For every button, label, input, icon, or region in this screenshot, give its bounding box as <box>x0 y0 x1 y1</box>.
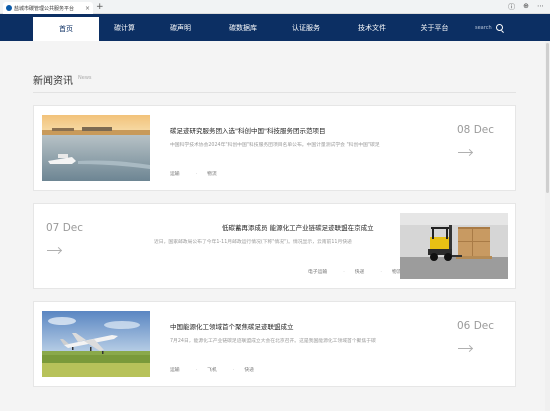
scrollbar-thumb[interactable] <box>546 43 549 193</box>
nav-about[interactable]: 关于平台 <box>407 14 462 41</box>
news-tag: 电子运输 <box>308 270 328 275</box>
browser-tab[interactable]: 盐城市碳管理公共服务平台 × <box>3 2 93 14</box>
info-icon[interactable]: ⓘ <box>508 2 515 12</box>
news-tag: 物流 <box>196 170 217 177</box>
news-date: 08 Dec <box>457 124 495 136</box>
new-tab-button[interactable]: + <box>96 1 104 13</box>
news-tag: 物流 <box>380 268 402 275</box>
nav-carbon-database[interactable]: 碳数据库 <box>211 14 275 41</box>
news-card[interactable]: 07 Dec 低碳蓄再添成员 能源化工产业链碳足迹联盟在京成立 近日，国家邮政局… <box>33 203 516 289</box>
globe-icon[interactable]: ⊕ <box>523 2 529 12</box>
arrow-right-icon[interactable] <box>458 348 472 349</box>
news-tag: 运输 <box>170 368 180 373</box>
arrow-right-icon[interactable] <box>458 152 472 153</box>
browser-titlebar: 盐城市碳管理公共服务平台 × + ⓘ ⊕ ⋯ <box>0 0 550 14</box>
nav-home[interactable]: 首页 <box>33 14 99 41</box>
news-date: 07 Dec <box>46 222 84 234</box>
news-title[interactable]: 碳足迹研究服务团入选"科创中国"科技服务团示范项目 <box>170 125 325 135</box>
news-desc: 中国科学技术协会2024年"科创中国"科技服务团项目名单公布。中国计量测试学会 … <box>170 143 380 148</box>
tab-close-icon[interactable]: × <box>85 5 90 12</box>
news-title[interactable]: 低碳蓄再添成员 能源化工产业链碳足迹联盟在京成立 <box>222 222 374 232</box>
nav-carbon-calc[interactable]: 碳计算 <box>99 14 150 41</box>
arrow-right-icon[interactable] <box>47 250 61 251</box>
nav-tech-docs[interactable]: 技术文件 <box>337 14 407 41</box>
news-desc: 近日，国家邮政局公布了今年1-11月邮政运行情况(下称"情况")。情况显示，云南… <box>154 240 352 245</box>
news-date: 06 Dec <box>457 320 495 332</box>
browser-window: 盐城市碳管理公共服务平台 × + ⓘ ⊕ ⋯ 首页 碳计算 碳声明 碳数据库 认… <box>0 0 550 411</box>
tab-title: 盐城市碳管理公共服务平台 <box>14 5 75 12</box>
news-tag: 快递 <box>343 268 365 275</box>
section-title: 新闻资讯 <box>33 76 73 87</box>
nav-certification[interactable]: 认证服务 <box>275 14 337 41</box>
section-divider <box>33 92 516 93</box>
nav-carbon-declaration[interactable]: 碳声明 <box>150 14 211 41</box>
news-tag: 运输 <box>170 172 180 177</box>
news-title[interactable]: 中国能源化工领域首个聚焦碳足迹联盟成立 <box>170 321 294 331</box>
section-subtitle: News <box>78 75 92 81</box>
search-input[interactable]: search <box>475 25 492 31</box>
search-box[interactable]: search <box>475 14 503 41</box>
main-nav: 首页 碳计算 碳声明 碳数据库 认证服务 技术文件 关于平台 search <box>0 14 550 41</box>
site-favicon-icon <box>6 5 12 11</box>
page-scrollbar[interactable] <box>545 41 550 411</box>
news-tag: 飞机 <box>196 366 217 373</box>
news-thumbnail-forklift[interactable] <box>400 213 508 279</box>
news-thumbnail-plane[interactable] <box>42 311 150 377</box>
news-desc: 7月24日，能源化工产业链碳足迹联盟成立大会在北京召开。这是我国能源化工领域首个… <box>170 339 376 344</box>
news-tags: 运输 飞机 快递 <box>170 366 254 373</box>
more-icon[interactable]: ⋯ <box>537 2 544 12</box>
search-icon[interactable] <box>495 24 503 31</box>
news-tags: 运输 物流 <box>170 170 217 177</box>
browser-toolbar-right: ⓘ ⊕ ⋯ <box>508 2 544 12</box>
news-tag: 快递 <box>233 366 254 373</box>
news-tags: 电子运输 快递 物流 <box>308 268 401 275</box>
news-card[interactable]: 碳足迹研究服务团入选"科创中国"科技服务团示范项目 中国科学技术协会2024年"… <box>33 105 516 191</box>
news-card[interactable]: 中国能源化工领域首个聚焦碳足迹联盟成立 7月24日，能源化工产业链碳足迹联盟成立… <box>33 301 516 387</box>
news-thumbnail-ship[interactable] <box>42 115 150 181</box>
